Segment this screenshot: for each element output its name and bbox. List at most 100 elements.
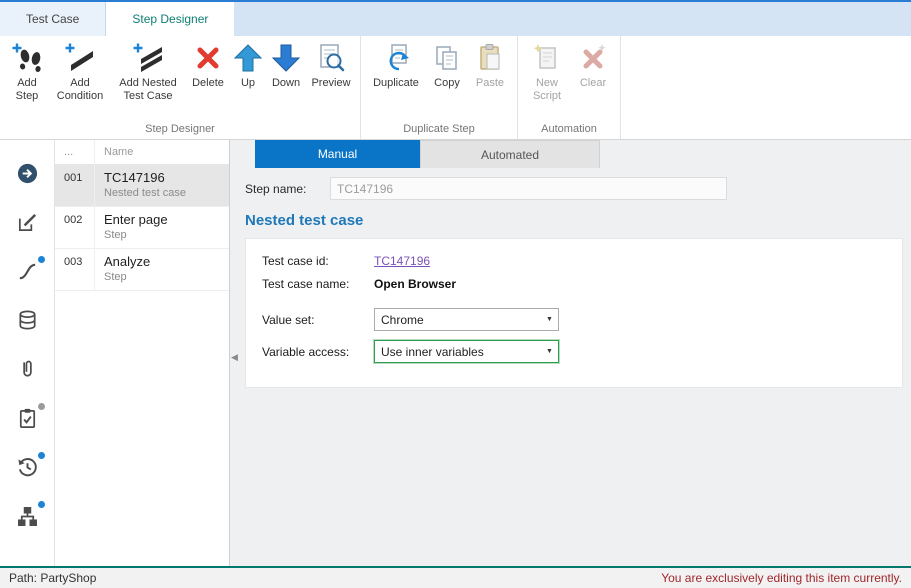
down-arrow-icon	[270, 42, 302, 74]
sidebar-item-steps[interactable]	[7, 248, 47, 297]
copy-button[interactable]: Copy	[426, 38, 468, 90]
up-arrow-icon	[232, 42, 264, 74]
preview-label: Preview	[311, 77, 350, 90]
up-label: Up	[241, 77, 255, 90]
step-title: Analyze	[104, 254, 221, 269]
down-button[interactable]: Down	[265, 38, 307, 90]
new-script-icon	[531, 42, 563, 74]
ribbon-group-step-designer: Add Step Add Condition	[0, 36, 360, 139]
add-condition-button[interactable]: Add Condition	[49, 38, 111, 103]
left-icon-sidebar	[0, 140, 55, 566]
duplicate-button[interactable]: Duplicate	[366, 38, 426, 90]
sidebar-item-hierarchy[interactable]	[7, 493, 47, 542]
add-nested-test-case-button[interactable]: Add Nested Test Case	[111, 38, 185, 103]
steps-header-name-column: Name	[95, 146, 229, 158]
paste-icon	[474, 42, 506, 74]
clear-button[interactable]: Clear	[571, 38, 615, 90]
ribbon-group-automation: New Script Clear Automation	[517, 36, 621, 139]
variable-access-selected-value: Use inner variables	[375, 345, 541, 359]
step-row-002[interactable]: 002 Enter page Step	[55, 207, 229, 249]
sidebar-item-navigate[interactable]	[7, 150, 47, 199]
add-step-label: Add Step	[7, 77, 47, 103]
step-number: 002	[55, 207, 95, 248]
navigate-icon	[16, 162, 39, 188]
duplicate-icon	[380, 42, 412, 74]
delete-icon	[192, 42, 224, 74]
delete-button[interactable]: Delete	[185, 38, 231, 90]
paste-button[interactable]: Paste	[468, 38, 512, 90]
step-name-label: Step name:	[245, 182, 330, 196]
step-row-001[interactable]: 001 TC147196 Nested test case	[55, 165, 229, 207]
value-set-selected-value: Chrome	[375, 313, 541, 327]
step-subtitle: Step	[104, 271, 221, 283]
ribbon-tab-step-designer[interactable]: Step Designer	[106, 2, 234, 36]
chevron-down-icon: ▼	[541, 316, 558, 323]
nested-test-case-card: Test case id: TC147196 Test case name: O…	[245, 238, 903, 388]
preview-button[interactable]: Preview	[307, 38, 355, 90]
add-nested-test-case-icon	[132, 42, 164, 74]
up-button[interactable]: Up	[231, 38, 265, 90]
hierarchy-badge-dot	[38, 501, 45, 508]
add-step-button[interactable]: Add Step	[5, 38, 49, 103]
ribbon-tab-strip: Test Case Step Designer	[0, 2, 911, 36]
collapse-panel-handle[interactable]: ◀	[231, 352, 238, 363]
database-icon	[16, 309, 39, 335]
attachments-icon	[16, 358, 39, 384]
steps-icon	[16, 260, 39, 286]
status-path: Path: PartyShop	[9, 571, 96, 585]
tab-manual[interactable]: Manual	[255, 140, 420, 168]
sidebar-item-edit[interactable]	[7, 199, 47, 248]
step-title: Enter page	[104, 212, 221, 227]
edit-icon	[16, 211, 39, 237]
step-subtitle: Nested test case	[104, 187, 221, 199]
down-label: Down	[272, 77, 300, 90]
add-condition-label: Add Condition	[51, 77, 109, 103]
copy-icon	[431, 42, 463, 74]
value-set-select[interactable]: Chrome ▼	[374, 308, 559, 331]
step-number: 003	[55, 249, 95, 290]
step-name-input[interactable]	[330, 177, 727, 200]
status-editing-message: You are exclusively editing this item cu…	[661, 571, 902, 585]
sidebar-item-history[interactable]	[7, 444, 47, 493]
add-nested-test-case-label: Add Nested Test Case	[113, 77, 183, 103]
copy-label: Copy	[434, 77, 460, 90]
sidebar-item-data[interactable]	[7, 297, 47, 346]
step-row-003[interactable]: 003 Analyze Step	[55, 249, 229, 291]
new-script-label: New Script	[525, 77, 569, 103]
steps-badge-dot	[38, 256, 45, 263]
clear-label: Clear	[580, 77, 606, 90]
ribbon-group-duplicate-step-label: Duplicate Step	[366, 120, 512, 139]
sidebar-item-checklist[interactable]	[7, 395, 47, 444]
step-detail-panel: ◀ Manual Automated Step name: Nested tes…	[230, 140, 911, 566]
step-number: 001	[55, 165, 95, 206]
history-icon	[16, 456, 39, 482]
preview-icon	[315, 42, 347, 74]
steps-list-header: ... Name	[55, 140, 229, 165]
step-subtitle: Step	[104, 229, 221, 241]
test-case-id-label: Test case id:	[262, 254, 374, 268]
tab-automated-label: Automated	[481, 148, 539, 162]
checklist-icon	[16, 407, 39, 433]
chevron-down-icon: ▼	[541, 348, 558, 355]
add-condition-icon	[64, 42, 96, 74]
status-bar: Path: PartyShop You are exclusively edit…	[0, 566, 911, 588]
new-script-button[interactable]: New Script	[523, 38, 571, 103]
step-title: TC147196	[104, 170, 221, 185]
ribbon: Add Step Add Condition	[0, 36, 911, 140]
ribbon-tab-test-case[interactable]: Test Case	[0, 2, 106, 36]
hierarchy-icon	[16, 505, 39, 531]
ribbon-group-step-designer-label: Step Designer	[5, 120, 355, 139]
ribbon-tab-test-case-label: Test Case	[26, 12, 79, 26]
paste-label: Paste	[476, 77, 504, 90]
test-case-id-link[interactable]: TC147196	[374, 254, 430, 268]
tab-automated[interactable]: Automated	[420, 140, 600, 168]
variable-access-select[interactable]: Use inner variables ▼	[374, 340, 559, 363]
delete-label: Delete	[192, 77, 224, 90]
ribbon-group-automation-label: Automation	[523, 120, 615, 139]
checklist-badge-dot	[38, 403, 45, 410]
steps-header-number-column: ...	[55, 140, 95, 164]
sidebar-item-attachments[interactable]	[7, 346, 47, 395]
section-title: Nested test case	[245, 212, 911, 229]
tab-manual-label: Manual	[318, 147, 357, 161]
duplicate-label: Duplicate	[373, 77, 419, 90]
